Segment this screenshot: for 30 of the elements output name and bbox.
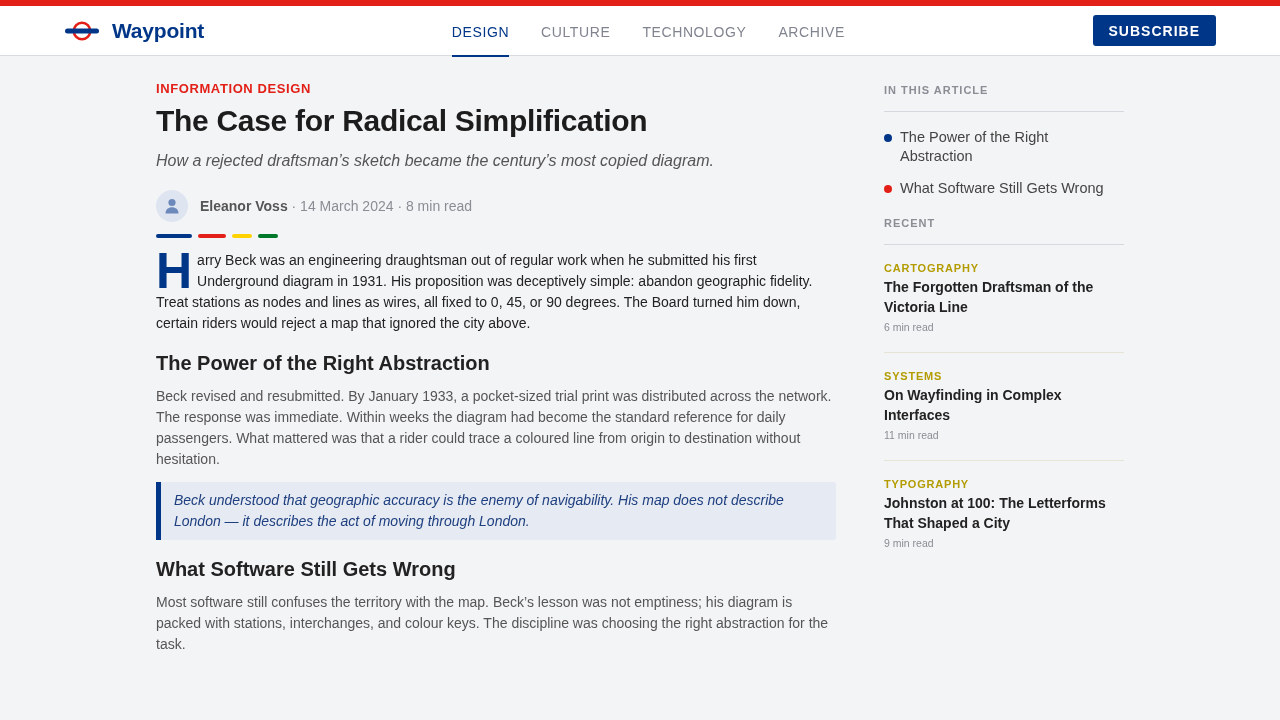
logo-icon bbox=[65, 20, 99, 41]
recent-article-title[interactable]: On Wayfinding in Complex Interfaces bbox=[884, 386, 1124, 425]
nav-tab[interactable]: CULTURE bbox=[541, 6, 611, 57]
section-heading: The Power of the Right Abstraction bbox=[156, 351, 491, 376]
subscribe-button[interactable]: SUBSCRIBE bbox=[1092, 15, 1216, 46]
avatar-icon bbox=[156, 190, 188, 222]
article-byline: Eleanor Voss · 14 March 2024 · 8 min read bbox=[200, 197, 473, 216]
read-time: 6 min read bbox=[884, 320, 935, 334]
pull-quote: Beck understood that geographic accuracy is the enemy of navigability. His map does not describe London — it describes the act of moving through London. bbox=[156, 482, 836, 540]
toc-link[interactable]: The Power of the Right Abstraction bbox=[900, 128, 1124, 166]
recent-category: SYSTEMS bbox=[884, 369, 944, 383]
toc-link[interactable]: What Software Still Gets Wrong bbox=[900, 179, 1104, 198]
read-time: 11 min read bbox=[884, 428, 940, 442]
nav-tab[interactable]: TECHNOLOGY bbox=[642, 6, 747, 57]
recent-category: CARTOGRAPHY bbox=[884, 261, 980, 275]
brand-name[interactable]: Waypoint bbox=[112, 18, 205, 43]
nav-tab[interactable]: ARCHIVE bbox=[778, 6, 845, 57]
section-label: IN THIS ARTICLE bbox=[884, 83, 1124, 112]
body-paragraph: Beck revised and resubmitted. By January 1933, a pocket-sized trial print was distributed across the network. The response was immediate. Within weeks the diagram had become the standard reference for daily passengers. What mattered was that a rider could trace a coloured line from origin to destination without hesitation. bbox=[156, 387, 833, 469]
section-heading: What Software Still Gets Wrong bbox=[156, 557, 457, 582]
recent-article-title[interactable]: The Forgotten Draftsman of the Victoria Line bbox=[884, 278, 1124, 317]
section-label: RECENT bbox=[884, 216, 1124, 245]
recent-article-title[interactable]: Johnston at 100: The Letterforms That Shaped a City bbox=[884, 494, 1124, 533]
body-paragraph: Most software still confuses the territory with the map. Beck’s lesson was not emptiness; his diagram is packed with stations, interchanges, and colour keys. The discipline was choosing the right abstraction for the task. bbox=[156, 593, 830, 654]
recent-category: TYPOGRAPHY bbox=[884, 477, 970, 491]
article-title: The Case for Radical Simplification bbox=[156, 103, 649, 139]
read-time: 9 min read bbox=[884, 536, 935, 550]
category-label: INFORMATION DESIGN bbox=[156, 81, 312, 97]
article-subtitle: How a rejected draftsman’s sketch became the century’s most copied diagram. bbox=[156, 151, 715, 171]
nav-tab[interactable]: DESIGN bbox=[451, 6, 510, 57]
